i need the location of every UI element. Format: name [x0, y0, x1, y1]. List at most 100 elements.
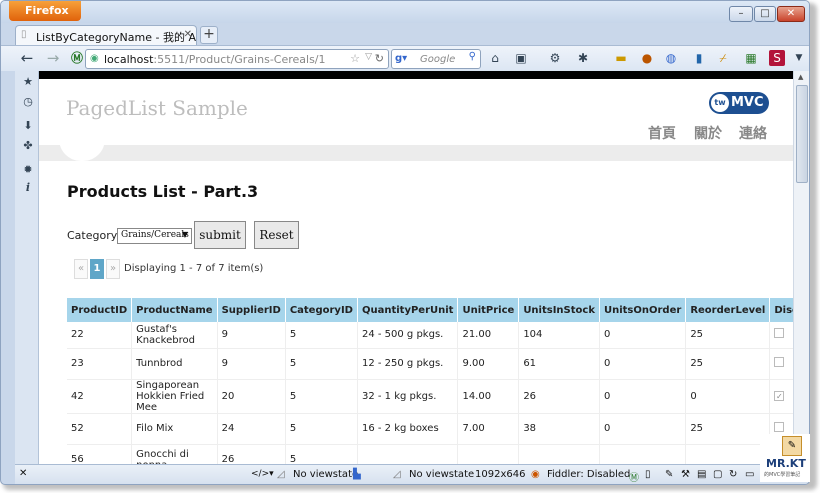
forward-arrow-icon[interactable]: → [45, 50, 61, 66]
title-bar: Firefox – □ ✕ [1, 1, 809, 23]
database-icon[interactable]: ▮ [691, 50, 707, 66]
tools-icon[interactable]: ⚒ [681, 469, 690, 480]
m-addon-icon[interactable]: Ⓜ [69, 50, 85, 66]
cell: 0 [685, 379, 771, 414]
menu-contact-link[interactable]: 連絡 [739, 123, 767, 143]
scrollbar-thumb[interactable] [796, 85, 808, 183]
home-icon[interactable]: ⌂ [487, 50, 503, 66]
ruler-icon[interactable]: ▤ [697, 469, 706, 480]
search-box[interactable]: g▾ Google ⚲ [391, 49, 481, 69]
lock-icon[interactable]: ▦ [743, 50, 759, 66]
refresh-icon[interactable]: ↻ [729, 469, 737, 480]
cell [357, 444, 459, 464]
category-label: Category : [67, 229, 125, 242]
page-icon[interactable]: ▭ [745, 469, 754, 480]
top-black-bar [39, 71, 793, 79]
fiddler-status[interactable]: Fiddler: Disabled [547, 469, 630, 480]
network-icon[interactable]: ⚙ [547, 50, 563, 66]
addon-yellow-icon[interactable]: ▬ [613, 50, 629, 66]
minimize-button[interactable]: – [729, 6, 753, 22]
tab-current[interactable]: ▯ ListByCategoryName - 我的 ASP.NET ... ✕ [15, 25, 197, 45]
table-row: 42 Singaporean Hokkien Fried Mee 20 5 32… [67, 379, 793, 414]
watermark-subtitle: 的MVC學習筆記 [764, 472, 801, 478]
cell: 16 - 2 kg boxes [357, 413, 459, 445]
broom-icon[interactable]: ⌿ [715, 50, 731, 66]
s-addon-icon[interactable]: S [769, 50, 785, 66]
tab-title: ListByCategoryName - 我的 ASP.NET ... [36, 31, 196, 44]
reset-button[interactable]: Reset [254, 221, 299, 249]
toolbar-menu-arrow-icon[interactable]: ▼ [791, 50, 807, 66]
site-header: PagedList Sample tw MVC 首頁 關於 連絡 [39, 79, 793, 145]
globe-icon[interactable]: ◍ [663, 50, 679, 66]
address-bar[interactable]: ◉ localhost:5511/Product/Grains-Cereals/… [85, 49, 389, 69]
new-tab-button[interactable]: + [200, 26, 218, 44]
screenshot-icon[interactable]: ▣ [513, 50, 529, 66]
firefox-menu-button[interactable]: Firefox [9, 1, 81, 21]
bookmark-star-icon[interactable]: ☆ [350, 52, 360, 65]
col-productname: ProductName [131, 298, 218, 322]
m-status-icon[interactable]: Ⓜ [629, 469, 639, 484]
close-window-button[interactable]: ✕ [777, 6, 805, 22]
viewstate-status-2: No viewstate [409, 469, 475, 480]
cell: 9 [217, 322, 286, 349]
info-icon[interactable]: i [21, 181, 35, 195]
cell [518, 444, 600, 464]
menu-home-link[interactable]: 首頁 [648, 123, 676, 143]
tab-close-icon[interactable]: ✕ [184, 29, 192, 40]
reload-icon[interactable]: ↻ [375, 52, 384, 65]
logo-tw-badge: tw [711, 94, 729, 112]
close-statusbar-icon[interactable]: ✕ [19, 468, 27, 479]
cell: 0 [599, 379, 687, 414]
pager-prev[interactable]: « [74, 259, 88, 279]
chart-icon: ◿ [277, 469, 285, 480]
code-icon[interactable]: </>▾ [251, 469, 274, 479]
viewstate-status-1: No viewstate [293, 469, 359, 480]
cell: 32 - 1 kg pkgs. [357, 379, 459, 414]
vertical-scrollbar[interactable]: ▲ [793, 71, 809, 464]
cell: 21.00 [457, 322, 520, 349]
cell: 9 [217, 348, 286, 380]
settings-icon[interactable]: ✹ [21, 163, 35, 177]
pager-next[interactable]: » [106, 259, 120, 279]
cell: ✓ [769, 379, 793, 414]
firebug-icon[interactable]: ● [639, 50, 655, 66]
products-table: ProductID ProductName SupplierID Categor… [67, 298, 793, 464]
dropdown-arrow-icon[interactable]: ▽ [365, 52, 372, 62]
firefox-icon[interactable]: ◉ [531, 469, 540, 480]
bug-icon[interactable]: ✱ [575, 50, 591, 66]
cell: Tunnbrod [131, 348, 218, 380]
cell: 26 [518, 379, 600, 414]
cell: 22 [67, 322, 133, 349]
document-icon[interactable]: ▯ [645, 469, 651, 480]
cell: 14.00 [457, 379, 520, 414]
cell: 5 [285, 348, 358, 380]
submit-button[interactable]: submit [194, 221, 246, 249]
cell: 56 [67, 444, 133, 464]
col-supplierid: SupplierID [217, 298, 286, 322]
cell: 38 [518, 413, 600, 445]
search-icon[interactable]: ⚲ [469, 51, 476, 62]
cell [685, 444, 771, 464]
cell: 20 [217, 379, 286, 414]
cell: 23 [67, 348, 133, 380]
cell: 0 [599, 413, 687, 445]
cell: 25 [685, 322, 771, 349]
col-unitsinstock: UnitsInStock [518, 298, 600, 322]
back-arrow-icon[interactable]: ← [19, 50, 35, 66]
page-analyzer-icon[interactable]: ▙ [353, 469, 361, 480]
window-icon[interactable]: ▢ [713, 469, 722, 480]
edit-icon[interactable]: ✎ [665, 469, 673, 480]
bookmarks-icon[interactable]: ★ [21, 75, 35, 89]
scroll-up-arrow-icon[interactable]: ▲ [798, 73, 803, 81]
history-icon[interactable]: ◷ [21, 95, 35, 109]
tw-mvc-logo[interactable]: tw MVC [709, 92, 769, 114]
table-row: 52 Filo Mix 24 5 16 - 2 kg boxes 7.00 38… [67, 413, 793, 445]
cell: Filo Mix [131, 413, 218, 445]
discontinued-checkbox [774, 357, 785, 367]
pager-current-page[interactable]: 1 [90, 259, 104, 279]
addons-icon[interactable]: ✤ [21, 139, 35, 153]
maximize-button[interactable]: □ [754, 6, 776, 22]
menu-about-link[interactable]: 關於 [694, 123, 722, 143]
downloads-icon[interactable]: ⬇ [21, 119, 35, 133]
category-select[interactable]: Grains/Cereals ▼ [117, 228, 192, 244]
